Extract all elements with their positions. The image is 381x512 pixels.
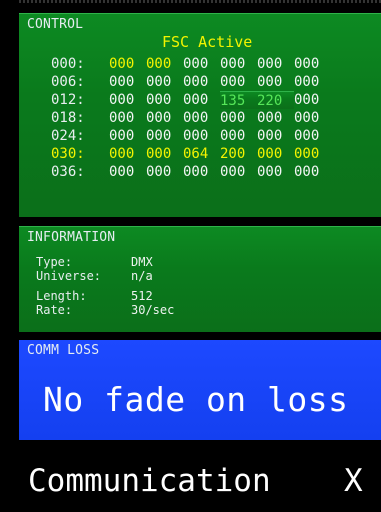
dmx-channel-value: 000 [146, 146, 172, 162]
dmx-channel-value: 000 [109, 128, 135, 144]
dmx-channel-value: 000 [294, 110, 320, 126]
dmx-channel-value: 000 [183, 128, 209, 144]
dmx-channel-value: 135 [220, 91, 257, 109]
dmx-channel-value: 000 [294, 128, 320, 144]
dmx-channel-value: 000 [220, 74, 246, 90]
dmx-row: 006: 000 000 000 000 000 000 [51, 73, 331, 91]
dmx-row-address: 012: [51, 92, 85, 108]
dmx-channel-value: 000 [183, 56, 209, 72]
dmx-channel-value: 000 [146, 92, 172, 108]
dmx-channel-value: 000 [220, 164, 246, 180]
dmx-channel-value: 000 [257, 164, 283, 180]
comm-loss-value: No fade on loss [43, 380, 349, 419]
information-grid: Type: DMX Universe: n/a Length: 512 Rate… [36, 255, 174, 317]
info-row-length: Length: 512 [36, 289, 174, 303]
dmx-channel-value: 000 [294, 92, 320, 108]
dmx-row: 036: 000 000 000 000 000 000 [51, 163, 331, 181]
universe-label: Universe: [36, 269, 102, 283]
dmx-channel-value: 000 [183, 92, 209, 108]
universe-value: n/a [131, 269, 153, 283]
information-title: INFORMATION [27, 230, 116, 245]
dmx-row-address: 036: [51, 164, 85, 180]
dmx-channel-value: 000 [294, 146, 320, 162]
dmx-channel-value: 000 [146, 110, 172, 126]
dmx-channel-value: 220 [257, 91, 294, 109]
type-label: Type: [36, 255, 73, 269]
dmx-channel-value: 000 [146, 56, 172, 72]
comm-loss-panel[interactable]: COMM LOSS No fade on loss [19, 340, 381, 440]
rate-label: Rate: [36, 303, 73, 317]
dmx-channel-value: 000 [257, 74, 283, 90]
dmx-channel-value: 000 [294, 56, 320, 72]
top-edge-dots [19, 0, 381, 3]
fsc-status: FSC Active [162, 33, 253, 51]
dmx-row-address: 000: [51, 56, 85, 72]
dmx-row: 000: 000 000 000 000 000 000 [51, 55, 331, 73]
dmx-channel-value: 000 [220, 128, 246, 144]
dmx-channel-value: 000 [109, 56, 135, 72]
dmx-channel-value: 000 [109, 146, 135, 162]
dmx-channel-value: 000 [183, 74, 209, 90]
dmx-channel-value: 000 [109, 74, 135, 90]
dmx-channel-value: 000 [109, 164, 135, 180]
dmx-channel-value: 000 [257, 110, 283, 126]
dmx-row: 030: 000 000 064 200 000 000 [51, 145, 331, 163]
comm-loss-title: COMM LOSS [27, 343, 100, 358]
dmx-row: 024: 000 000 000 000 000 000 [51, 127, 331, 145]
dmx-channel-value: 000 [220, 56, 246, 72]
info-row-type: Type: DMX [36, 255, 174, 269]
close-button[interactable]: X [344, 463, 363, 499]
dmx-row: 012: 000 000 000 135 220 000 [51, 91, 331, 109]
dmx-row-address: 030: [51, 146, 85, 162]
dmx-channel-value: 000 [146, 74, 172, 90]
dmx-channel-value: 000 [183, 164, 209, 180]
dmx-channel-value: 000 [146, 164, 172, 180]
info-row-rate: Rate: 30/sec [36, 303, 174, 317]
dmx-row-address: 024: [51, 128, 85, 144]
dmx-row-address: 018: [51, 110, 85, 126]
dmx-channel-value: 000 [257, 56, 283, 72]
dmx-channel-value: 000 [257, 146, 283, 162]
rate-value: 30/sec [131, 303, 175, 317]
length-label: Length: [36, 289, 87, 303]
type-value: DMX [131, 255, 153, 269]
footer-bar: Communication X [0, 455, 381, 512]
dmx-channel-value: 000 [146, 128, 172, 144]
dmx-channel-value: 200 [220, 146, 246, 162]
dmx-channel-value: 000 [220, 110, 246, 126]
dmx-channel-value: 064 [183, 146, 209, 162]
dmx-channel-value: 000 [109, 110, 135, 126]
page-title: Communication [28, 463, 271, 499]
dmx-channel-value: 000 [109, 92, 135, 108]
information-panel: INFORMATION Type: DMX Universe: n/a Leng… [19, 226, 381, 332]
info-row-universe: Universe: n/a [36, 269, 174, 283]
dmx-channel-value: 000 [294, 164, 320, 180]
dmx-channel-value: 000 [257, 128, 283, 144]
dmx-value-grid: 000: 000 000 000 000 000 000 006: 000 000 000 000 00… [51, 55, 331, 181]
dmx-row-address: 006: [51, 74, 85, 90]
control-title: CONTROL [27, 17, 84, 32]
control-panel: CONTROL FSC Active 000: 000 000 000 000 000 00… [19, 13, 381, 217]
length-value: 512 [131, 289, 153, 303]
dmx-channel-value: 000 [294, 74, 320, 90]
dmx-channel-value: 000 [183, 110, 209, 126]
dmx-row: 018: 000 000 000 000 000 000 [51, 109, 331, 127]
